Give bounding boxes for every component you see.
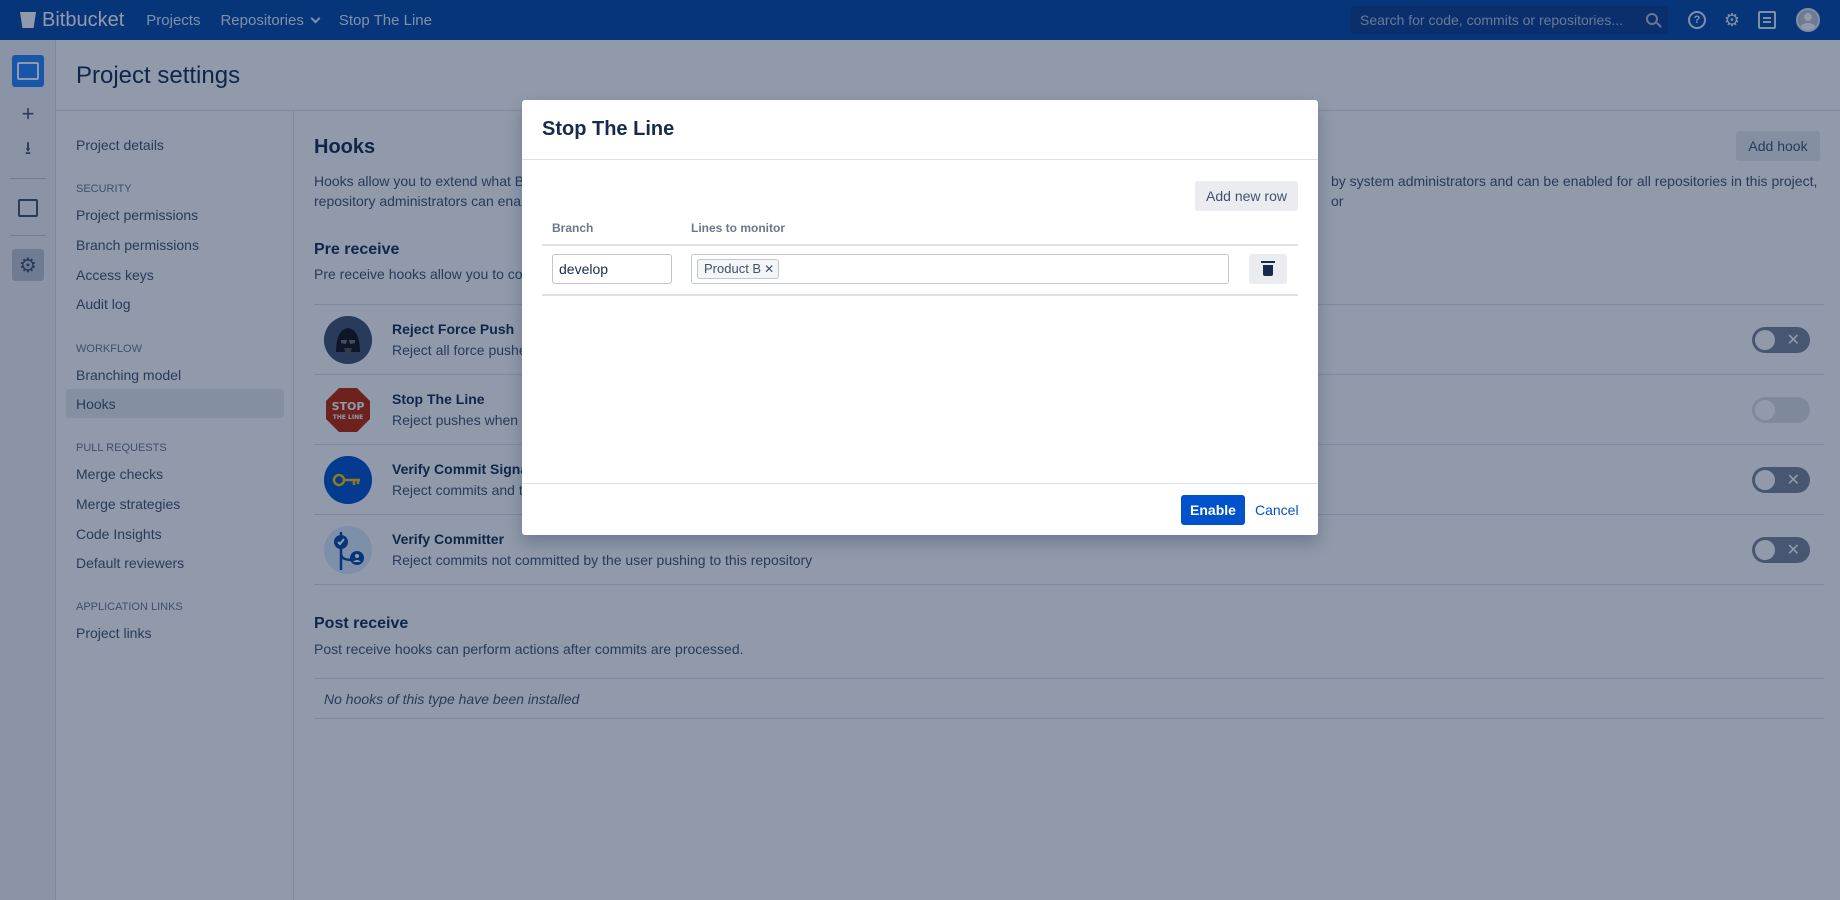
branch-field[interactable]: develop <box>552 254 672 284</box>
cancel-button[interactable]: Cancel <box>1255 495 1299 525</box>
table-row-divider <box>542 294 1298 296</box>
column-header-branch: Branch <box>552 221 594 235</box>
tag-label: Product B <box>704 261 762 276</box>
dialog-header-divider <box>522 159 1318 160</box>
column-header-lines: Lines to monitor <box>691 221 785 235</box>
hook-settings-dialog: Stop The Line Add new row Branch Lines t… <box>522 100 1318 535</box>
enable-button[interactable]: Enable <box>1181 495 1245 525</box>
delete-row-button[interactable] <box>1249 254 1287 284</box>
trash-icon <box>1261 261 1275 276</box>
table-header-divider <box>542 244 1298 246</box>
dialog-footer-divider <box>522 483 1318 484</box>
dialog-title: Stop The Line <box>542 118 675 140</box>
add-new-row-button[interactable]: Add new row <box>1195 181 1298 211</box>
lines-to-monitor-field[interactable]: Product B ✕ <box>691 254 1229 284</box>
close-icon[interactable]: ✕ <box>764 260 774 278</box>
selected-line-tag: Product B ✕ <box>697 259 780 279</box>
